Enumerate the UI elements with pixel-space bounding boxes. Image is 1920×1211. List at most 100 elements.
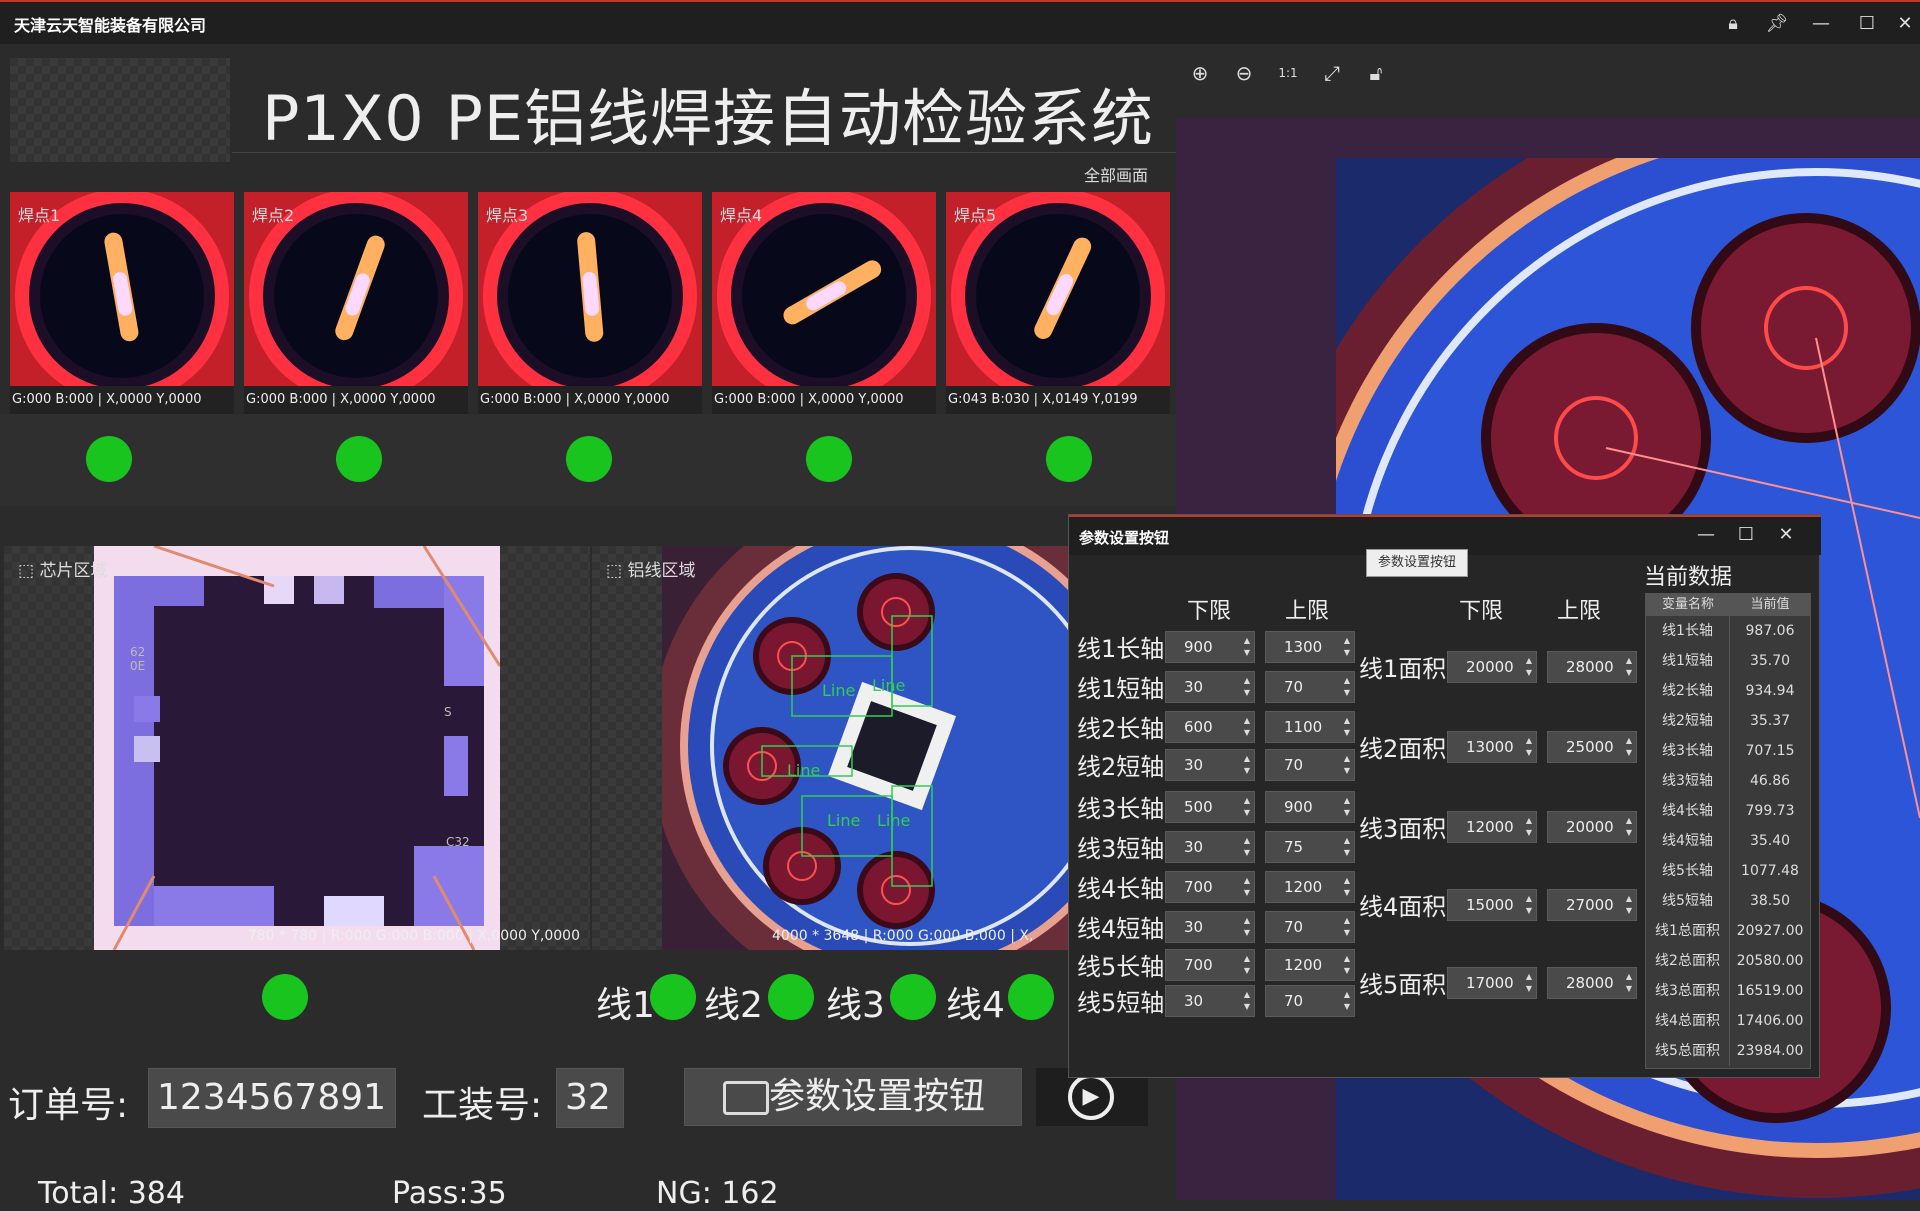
stepper-arrows-icon[interactable]: ▲ ▼ <box>1344 953 1350 977</box>
stepper-arrows-icon[interactable]: ▲ ▼ <box>1526 893 1532 917</box>
axis-lower-stepper[interactable]: 600 ▲ ▼ <box>1165 711 1255 743</box>
stepper-arrows-icon[interactable]: ▲ ▼ <box>1626 893 1632 917</box>
variable-value: 707.15 <box>1745 743 1795 759</box>
axis-upper-stepper[interactable]: 1200 ▲ ▼ <box>1265 871 1355 903</box>
stepper-arrows-icon[interactable]: ▲ ▼ <box>1344 835 1350 859</box>
area-lower-stepper[interactable]: 20000 ▲ ▼ <box>1447 651 1537 683</box>
axis-upper-stepper-value: 1100 <box>1284 718 1323 736</box>
stepper-arrows-icon[interactable]: ▲ ▼ <box>1526 815 1532 839</box>
area-upper-stepper-value: 20000 <box>1566 818 1614 836</box>
axis-lower-stepper[interactable]: 700 ▲ ▼ <box>1165 871 1255 903</box>
axis-upper-stepper[interactable]: 1100 ▲ ▼ <box>1265 711 1355 743</box>
stepper-arrows-icon[interactable]: ▲ ▼ <box>1244 635 1250 659</box>
current-data-table[interactable]: 变量名称 当前值 线1长轴 987.06 线1短轴 35.70 线2长轴 934.94 线2… <box>1645 593 1811 1069</box>
weld-point-thumbnail[interactable]: 焊点2 G:000 B:000 | X,0000 Y,0000 <box>244 192 468 414</box>
param-settings-button[interactable]: 参数设置按钮 <box>684 1068 1022 1126</box>
weld-point-thumbnail[interactable]: 焊点4 G:000 B:000 | X,0000 Y,0000 <box>712 192 936 414</box>
select-icon[interactable]: ⬚ <box>606 561 622 581</box>
table-row: 线1总面积 20927.00 <box>1646 916 1810 946</box>
area-lower-stepper[interactable]: 12000 ▲ ▼ <box>1447 811 1537 843</box>
weld-point-thumbnail[interactable]: 焊点3 G:000 B:000 | X,0000 Y,0000 <box>478 192 702 414</box>
order-input[interactable]: 1234567891 <box>148 1068 396 1128</box>
area-upper-stepper-value: 28000 <box>1566 974 1614 992</box>
dialog-maximize-icon[interactable]: ☐ <box>1731 521 1761 549</box>
minimize-icon[interactable]: — <box>1806 10 1836 38</box>
axis-upper-stepper[interactable]: 70 ▲ ▼ <box>1265 749 1355 781</box>
all-screen-button[interactable]: 全部画面 <box>1084 162 1148 186</box>
area-upper-stepper[interactable]: 27000 ▲ ▼ <box>1547 889 1637 921</box>
weld-point-thumbnail[interactable]: 焊点1 G:000 B:000 | X,0000 Y,0000 <box>10 192 234 414</box>
stepper-arrows-icon[interactable]: ▲ ▼ <box>1244 835 1250 859</box>
axis-lower-stepper[interactable]: 500 ▲ ▼ <box>1165 791 1255 823</box>
area-lower-stepper[interactable]: 15000 ▲ ▼ <box>1447 889 1537 921</box>
axis-lower-stepper[interactable]: 30 ▲ ▼ <box>1165 749 1255 781</box>
axis-param-label: 线2短轴 <box>1077 753 1165 781</box>
axis-lower-stepper[interactable]: 30 ▲ ▼ <box>1165 985 1255 1017</box>
stepper-arrows-icon[interactable]: ▲ ▼ <box>1526 655 1532 679</box>
actual-size-icon[interactable]: 1:1 <box>1274 58 1302 86</box>
stepper-arrows-icon[interactable]: ▲ ▼ <box>1344 915 1350 939</box>
stepper-arrows-icon[interactable]: ▲ ▼ <box>1244 875 1250 899</box>
zoom-in-icon[interactable]: ⊕ <box>1186 58 1214 86</box>
weld-point-thumbnail[interactable]: 焊点5 G:043 B:030 | X,0149 Y,0199 <box>946 192 1170 414</box>
variable-value: 17406.00 <box>1736 1013 1804 1029</box>
axis-upper-stepper[interactable]: 1200 ▲ ▼ <box>1265 949 1355 981</box>
dialog-minimize-icon[interactable]: — <box>1691 521 1721 549</box>
stepper-arrows-icon[interactable]: ▲ ▼ <box>1526 735 1532 759</box>
fixture-input[interactable]: 32 <box>556 1068 624 1128</box>
close-icon[interactable]: ✕ <box>1890 10 1920 38</box>
area-lower-stepper[interactable]: 17000 ▲ ▼ <box>1447 967 1537 999</box>
stepper-arrows-icon[interactable]: ▲ ▼ <box>1244 953 1250 977</box>
axis-lower-stepper[interactable]: 900 ▲ ▼ <box>1165 631 1255 663</box>
axis-upper-stepper[interactable]: 75 ▲ ▼ <box>1265 831 1355 863</box>
select-icon[interactable]: ⬚ <box>18 561 34 581</box>
stepper-arrows-icon[interactable]: ▲ ▼ <box>1244 753 1250 777</box>
axis-lower-stepper[interactable]: 30 ▲ ▼ <box>1165 831 1255 863</box>
area-upper-stepper[interactable]: 20000 ▲ ▼ <box>1547 811 1637 843</box>
zoom-out-icon[interactable]: ⊖ <box>1230 58 1258 86</box>
stepper-arrows-icon[interactable]: ▲ ▼ <box>1526 971 1532 995</box>
maximize-icon[interactable]: ☐ <box>1852 10 1882 38</box>
stepper-arrows-icon[interactable]: ▲ ▼ <box>1344 675 1350 699</box>
stepper-arrows-icon[interactable]: ▲ ▼ <box>1244 715 1250 739</box>
page-title: P1X0 PE铝线焊接自动检验系统 <box>262 82 1155 155</box>
svg-text:S: S <box>444 705 452 719</box>
axis-upper-stepper[interactable]: 900 ▲ ▼ <box>1265 791 1355 823</box>
stepper-arrows-icon[interactable]: ▲ ▼ <box>1344 875 1350 899</box>
area-upper-stepper[interactable]: 25000 ▲ ▼ <box>1547 731 1637 763</box>
axis-upper-stepper[interactable]: 70 ▲ ▼ <box>1265 985 1355 1017</box>
stepper-arrows-icon[interactable]: ▲ ▼ <box>1244 915 1250 939</box>
axis-upper-stepper[interactable]: 70 ▲ ▼ <box>1265 911 1355 943</box>
axis-lower-stepper-value: 700 <box>1184 878 1213 896</box>
chip-region-panel[interactable]: 62 0E S C32 ⬚ 芯片区域 780 * 780 | R:000 G:0… <box>4 546 590 950</box>
stepper-arrows-icon[interactable]: ▲ ▼ <box>1244 675 1250 699</box>
stepper-arrows-icon[interactable]: ▲ ▼ <box>1344 989 1350 1013</box>
area-upper-stepper[interactable]: 28000 ▲ ▼ <box>1547 967 1637 999</box>
area-lower-stepper-value: 13000 <box>1466 738 1514 756</box>
stepper-arrows-icon[interactable]: ▲ ▼ <box>1344 715 1350 739</box>
stepper-arrows-icon[interactable]: ▲ ▼ <box>1626 971 1632 995</box>
stepper-arrows-icon[interactable]: ▲ ▼ <box>1244 795 1250 819</box>
stepper-arrows-icon[interactable]: ▲ ▼ <box>1626 815 1632 839</box>
area-upper-stepper[interactable]: 28000 ▲ ▼ <box>1547 651 1637 683</box>
fit-icon[interactable]: ⤢ <box>1318 58 1346 86</box>
axis-upper-stepper[interactable]: 70 ▲ ▼ <box>1265 671 1355 703</box>
axis-lower-stepper[interactable]: 700 ▲ ▼ <box>1165 949 1255 981</box>
dialog-close-icon[interactable]: ✕ <box>1771 521 1801 549</box>
axis-lower-stepper[interactable]: 30 ▲ ▼ <box>1165 911 1255 943</box>
unlock-icon[interactable]: 🔓︎ <box>1362 58 1390 86</box>
stepper-arrows-icon[interactable]: ▲ ▼ <box>1626 655 1632 679</box>
current-data-title: 当前数据 <box>1644 565 1733 590</box>
chip-region-title: 芯片区域 <box>39 561 108 581</box>
pin-icon[interactable]: 📌︎ <box>1762 10 1792 38</box>
stepper-arrows-icon[interactable]: ▲ ▼ <box>1344 635 1350 659</box>
area-lower-stepper[interactable]: 13000 ▲ ▼ <box>1447 731 1537 763</box>
stepper-arrows-icon[interactable]: ▲ ▼ <box>1344 753 1350 777</box>
weld-point-info: G:000 B:000 | X,0000 Y,0000 <box>712 386 936 414</box>
stepper-arrows-icon[interactable]: ▲ ▼ <box>1626 735 1632 759</box>
stepper-arrows-icon[interactable]: ▲ ▼ <box>1344 795 1350 819</box>
lock-icon[interactable]: 🔒︎ <box>1718 10 1748 38</box>
axis-upper-stepper[interactable]: 1300 ▲ ▼ <box>1265 631 1355 663</box>
stepper-arrows-icon[interactable]: ▲ ▼ <box>1244 989 1250 1013</box>
axis-lower-stepper[interactable]: 30 ▲ ▼ <box>1165 671 1255 703</box>
